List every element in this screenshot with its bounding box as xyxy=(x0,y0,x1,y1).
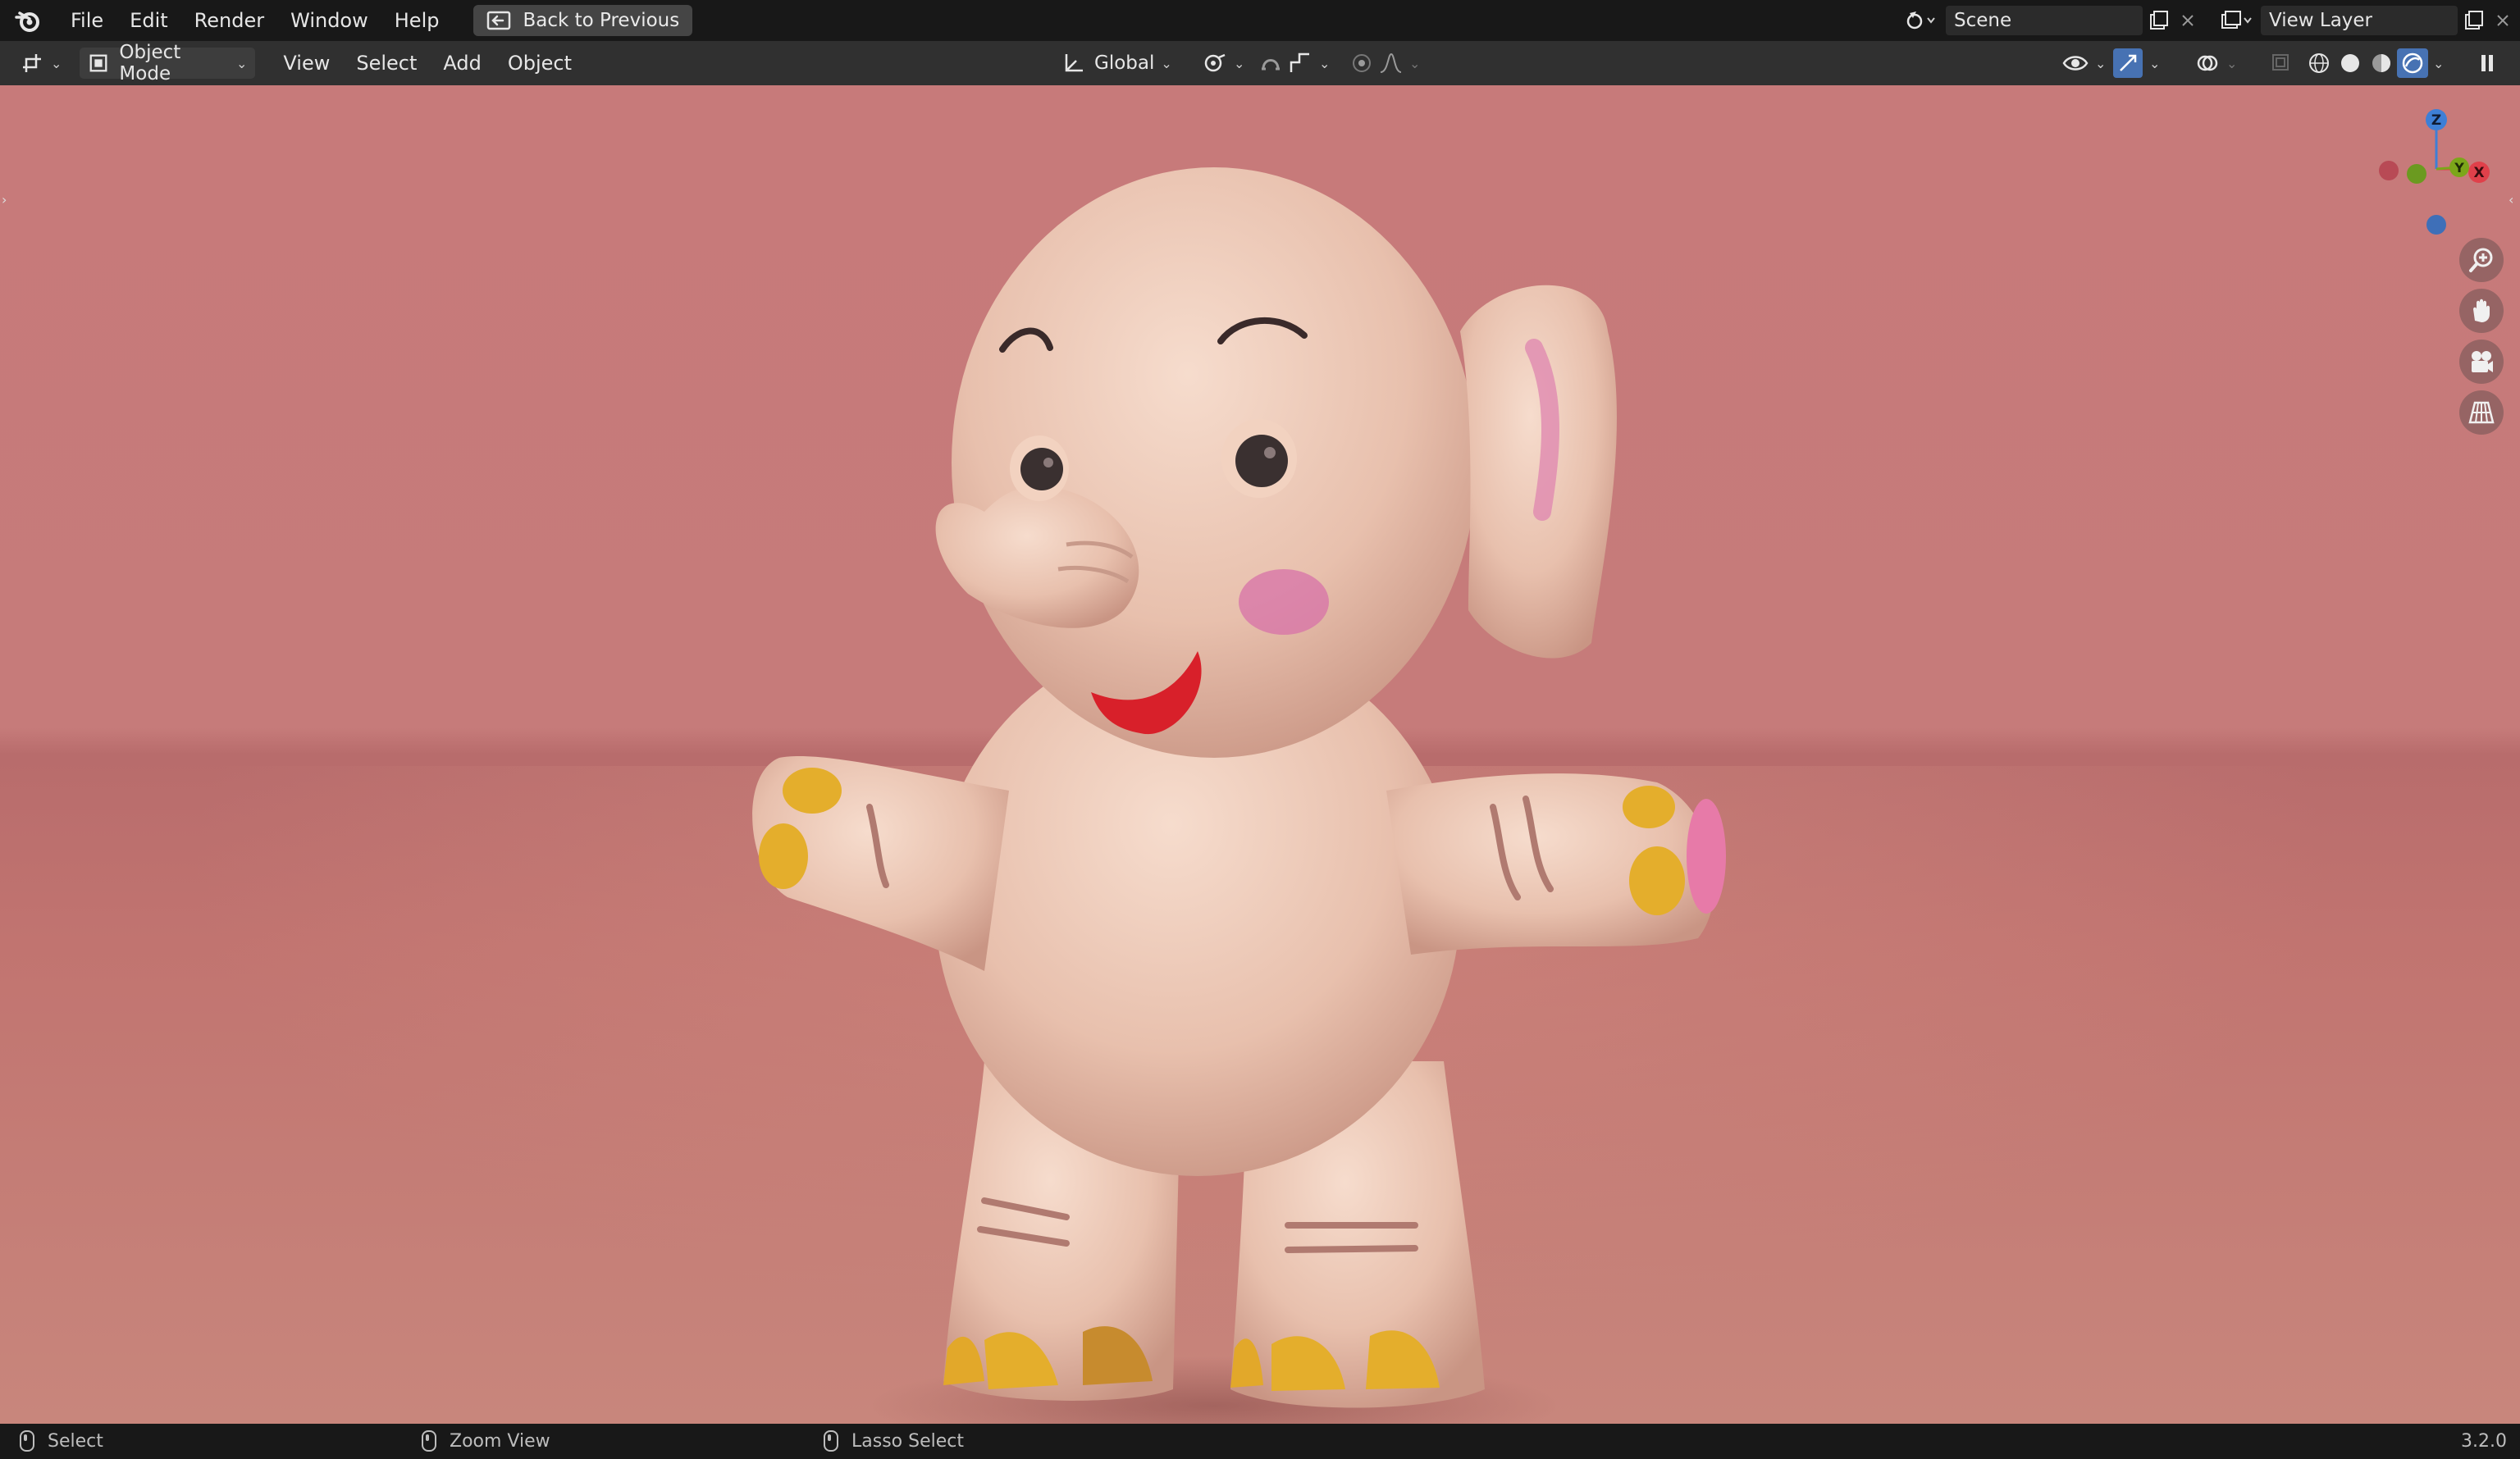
gizmo-icon xyxy=(2120,54,2137,71)
mouse-left-icon xyxy=(20,1430,34,1452)
view-layer-field[interactable]: View Layer xyxy=(2261,6,2458,35)
perspective-toggle-button[interactable] xyxy=(2459,390,2504,435)
orientation-icon xyxy=(1065,54,1083,72)
visibility-icon xyxy=(2062,56,2089,71)
pivot-icon xyxy=(1204,53,1226,72)
menu-window[interactable]: Window xyxy=(277,4,381,37)
zoom-icon xyxy=(2469,248,2493,272)
status-lasso-label: Lasso Select xyxy=(851,1430,964,1452)
gizmo-toggle[interactable]: ⌄ xyxy=(2113,48,2160,79)
menu-render[interactable]: Render xyxy=(181,4,277,37)
pause-icon xyxy=(2481,55,2493,71)
view-layer-icon[interactable] xyxy=(2212,6,2261,35)
back-arrow-icon xyxy=(487,11,511,30)
status-zoom-hint: Zoom View xyxy=(422,1430,550,1452)
close-icon[interactable] xyxy=(2175,6,2200,35)
chevron-down-icon: ⌄ xyxy=(1234,55,1245,71)
menu-help[interactable]: Help xyxy=(381,4,453,37)
scene-selector-group: Scene View Layer xyxy=(1897,0,2520,41)
scene-name-field[interactable]: Scene xyxy=(1946,6,2143,35)
mouse-middle-icon xyxy=(422,1430,436,1452)
chevron-down-icon[interactable]: ⌄ xyxy=(2433,56,2444,71)
status-lasso-hint: Lasso Select xyxy=(824,1430,964,1452)
version-label: 3.2.0 xyxy=(2461,1431,2507,1452)
back-to-previous-button[interactable]: Back to Previous xyxy=(473,5,693,36)
wireframe-shading-button[interactable] xyxy=(2303,48,2335,78)
top-bar: File Edit Render Window Help Back to Pre… xyxy=(0,0,2520,41)
proportional-edit-toggle[interactable]: ⌄ xyxy=(1342,48,1428,79)
transform-orientation-dropdown[interactable]: Global ⌄ xyxy=(1053,48,1180,79)
back-to-previous-label: Back to Previous xyxy=(523,10,680,31)
pause-render-button[interactable] xyxy=(2471,48,2504,78)
status-select-label: Select xyxy=(48,1430,103,1452)
blender-logo-icon[interactable] xyxy=(13,6,43,35)
overlay-icon xyxy=(2197,55,2218,71)
scene-icon[interactable] xyxy=(1897,6,1946,35)
pivot-point-dropdown[interactable]: ⌄ xyxy=(1194,48,1253,79)
elephant-model xyxy=(752,167,1726,1424)
chevron-down-icon: ⌄ xyxy=(2149,55,2161,71)
rendered-shading-icon xyxy=(2402,52,2423,74)
mode-label: Object Mode xyxy=(119,42,181,84)
gizmo-y-label: Y xyxy=(2454,160,2464,176)
xray-icon xyxy=(2272,54,2289,71)
chevron-down-icon: ⌄ xyxy=(1161,55,1172,71)
header-menu-add[interactable]: Add xyxy=(430,47,494,80)
falloff-icon xyxy=(1380,52,1402,73)
object-mode-icon xyxy=(89,54,107,72)
close-view-layer-icon[interactable] xyxy=(2490,6,2515,35)
chevron-down-icon: ⌄ xyxy=(2095,55,2107,71)
gizmo-z-label: Z xyxy=(2431,112,2441,129)
camera-icon xyxy=(2472,351,2493,372)
proportional-icon xyxy=(1353,54,1371,72)
editor-type-dropdown[interactable]: ⌄ xyxy=(11,48,70,79)
status-select-hint: Select xyxy=(20,1430,103,1452)
navigation-gizmo[interactable]: Z X Y xyxy=(2367,100,2499,248)
orientation-label: Global xyxy=(1094,52,1155,74)
snap-increment-icon xyxy=(1290,52,1309,72)
gizmo-x-label: X xyxy=(2473,165,2484,181)
menu-edit[interactable]: Edit xyxy=(116,4,180,37)
overlay-toggle[interactable]: ⌄ xyxy=(2187,48,2245,79)
header-menu-object[interactable]: Object xyxy=(495,47,585,80)
mode-dropdown[interactable]: Object Mode ⌄ xyxy=(80,42,256,84)
chevron-down-icon: ⌄ xyxy=(236,55,248,71)
rendered-shading-button[interactable] xyxy=(2397,48,2428,78)
chevron-down-icon: ⌄ xyxy=(1319,55,1331,71)
wireframe-shading-icon xyxy=(2309,53,2329,73)
mouse-right-icon xyxy=(824,1430,838,1452)
camera-view-button[interactable] xyxy=(2459,340,2504,384)
chevron-down-icon: ⌄ xyxy=(51,55,62,71)
chevron-down-icon: ⌄ xyxy=(1409,55,1421,71)
header-menu-select[interactable]: Select xyxy=(343,47,430,80)
editor-type-icon xyxy=(23,54,41,72)
grid-icon xyxy=(2468,401,2495,424)
new-view-layer-icon[interactable] xyxy=(2458,6,2490,35)
xray-toggle[interactable] xyxy=(2264,48,2297,77)
snap-icon xyxy=(1262,59,1280,71)
shading-group: ⌄ xyxy=(2303,48,2444,78)
solid-shading-button[interactable] xyxy=(2335,48,2366,78)
menu-file[interactable]: File xyxy=(57,4,116,37)
status-bar: Select Zoom View Lasso Select 3.2.0 xyxy=(0,1424,2520,1459)
view-layer-name: View Layer xyxy=(2269,10,2373,31)
header-menu-view[interactable]: View xyxy=(270,47,343,80)
material-shading-icon xyxy=(2372,54,2390,72)
new-scene-icon[interactable] xyxy=(2143,6,2175,35)
viewport-header: ⌄ Object Mode ⌄ View Select Add Object G… xyxy=(0,41,2520,85)
snap-toggle[interactable]: ⌄ xyxy=(1250,48,1338,79)
3d-viewport[interactable]: › ‹ Z X Y xyxy=(0,85,2520,1424)
pan-view-button[interactable] xyxy=(2459,289,2504,333)
hand-icon xyxy=(2473,299,2490,322)
visibility-dropdown[interactable]: ⌄ xyxy=(2054,48,2114,79)
zoom-view-button[interactable] xyxy=(2459,238,2504,282)
status-zoom-label: Zoom View xyxy=(450,1430,550,1452)
chevron-down-icon: ⌄ xyxy=(2226,55,2238,71)
scene-name: Scene xyxy=(1954,10,2012,31)
solid-shading-icon xyxy=(2341,54,2359,72)
material-shading-button[interactable] xyxy=(2366,48,2397,78)
